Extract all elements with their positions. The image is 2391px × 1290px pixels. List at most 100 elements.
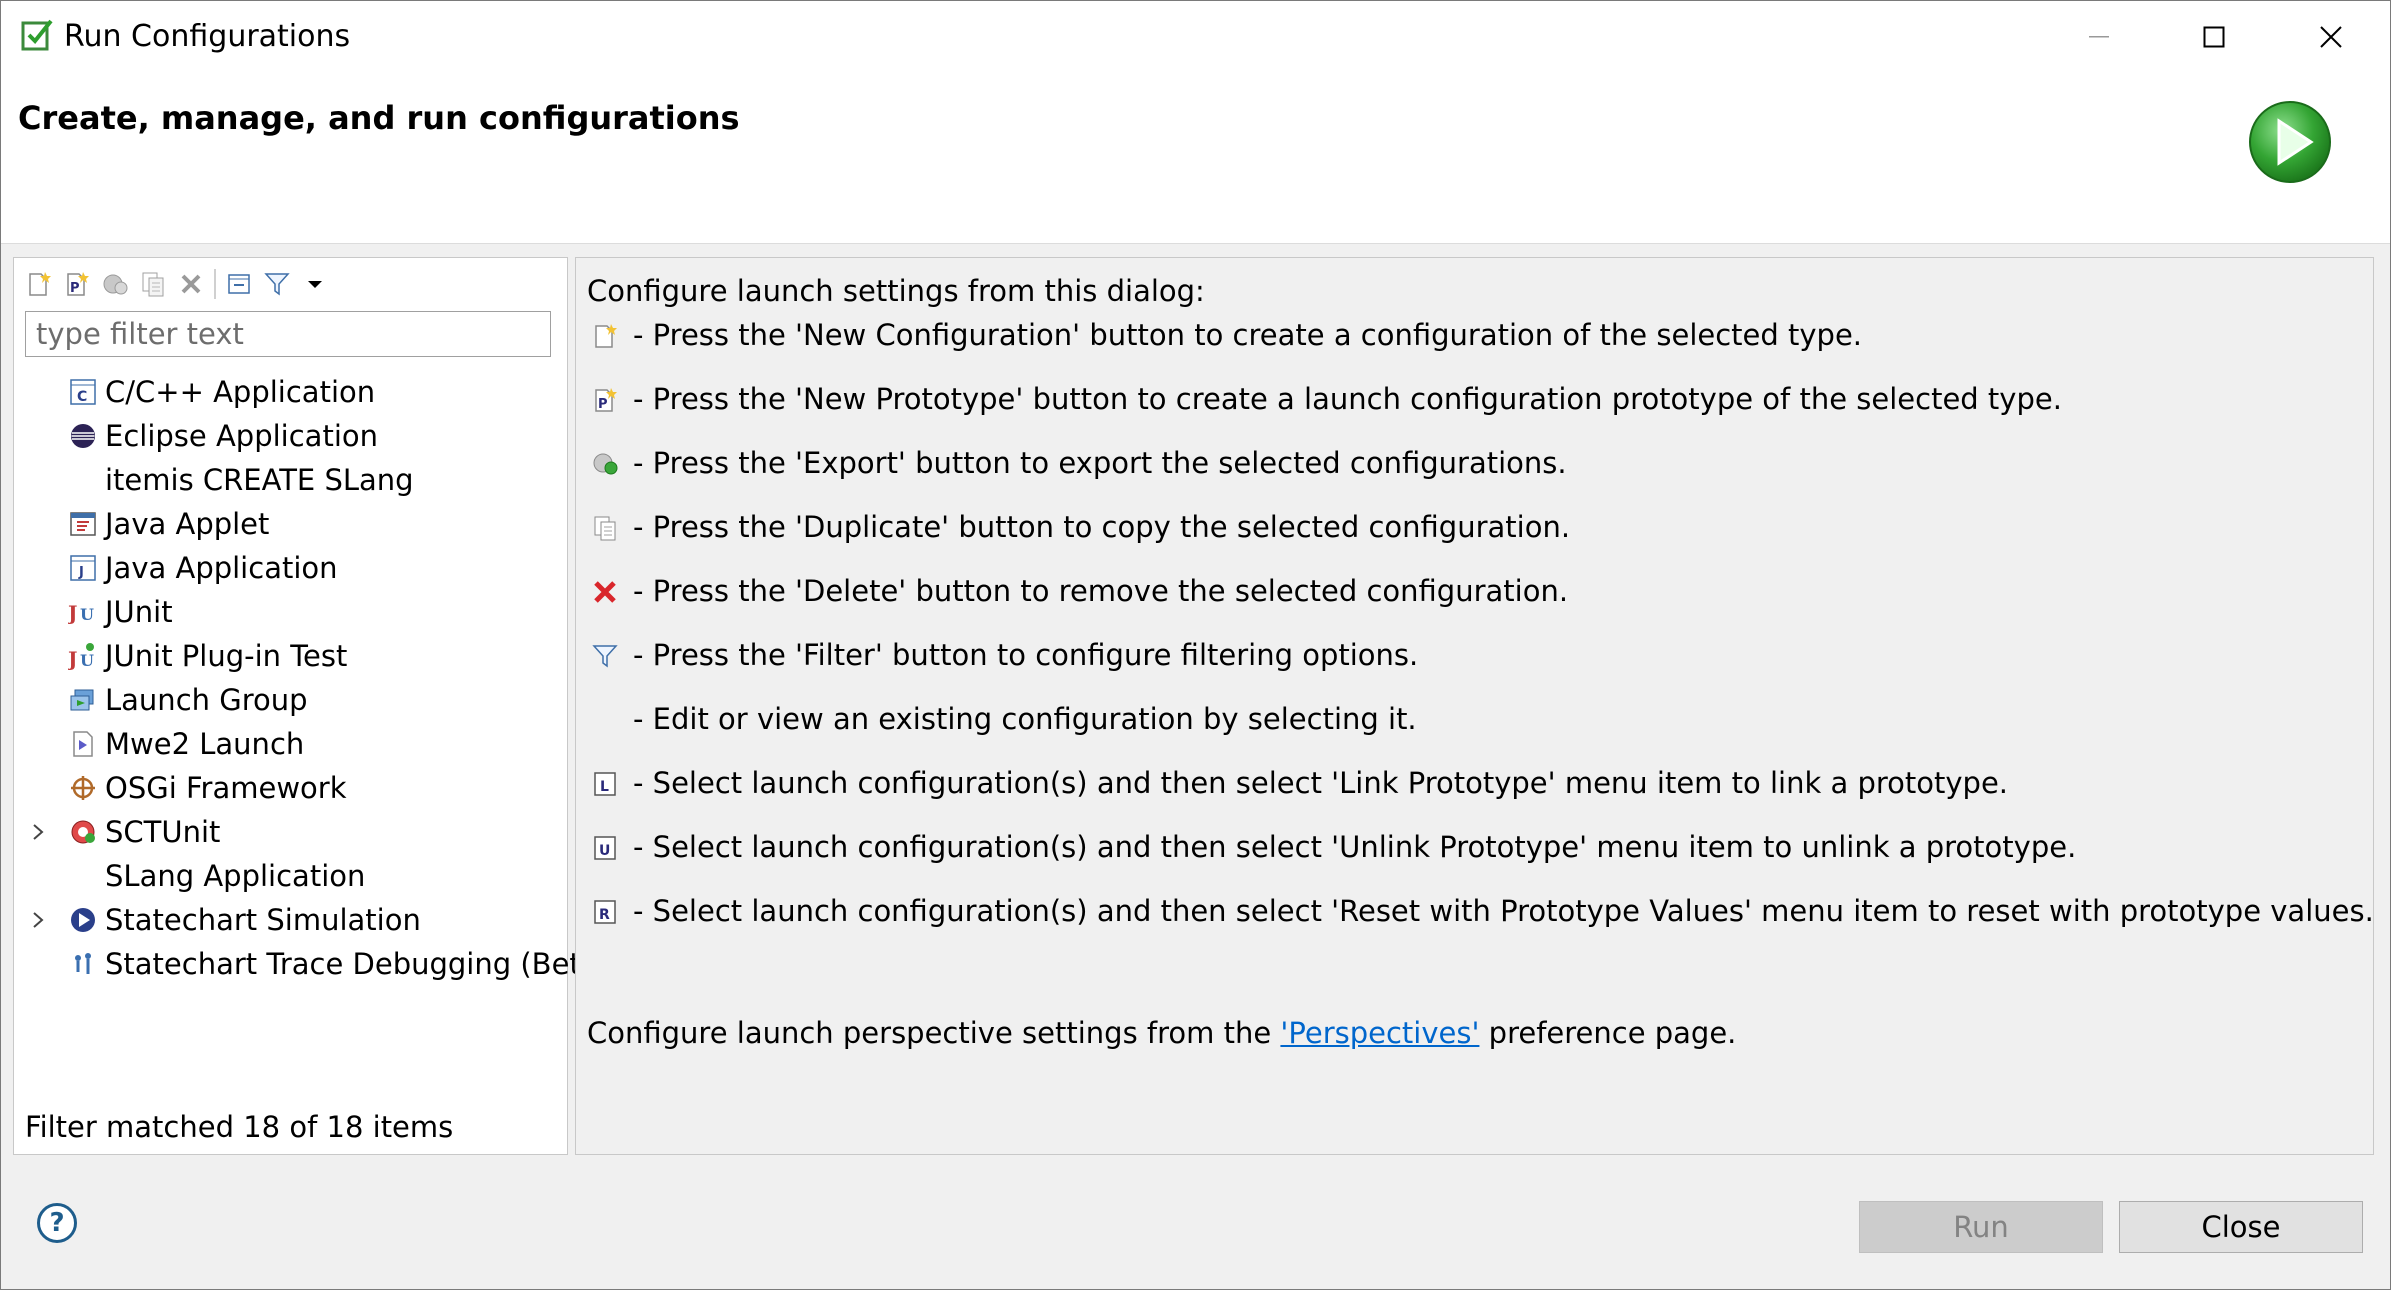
tree-item-junit-plugin-test[interactable]: JU JUnit Plug-in Test [14, 634, 567, 678]
tree-item-label: Statechart Simulation [105, 903, 421, 937]
info-row-export: - Press the 'Export' button to export th… [576, 442, 2366, 486]
svg-text:R: R [599, 907, 610, 923]
collapse-all-icon [228, 274, 250, 294]
tree-item-statechart-simulation[interactable]: Statechart Simulation [14, 898, 567, 942]
perspectives-prefix: Configure launch perspective settings fr… [587, 1016, 1281, 1050]
launch-group-icon [68, 685, 98, 715]
filter-icon [264, 273, 290, 296]
info-row-unlink-prototype: U - Select launch configuration(s) and t… [576, 826, 2366, 870]
statechart-sim-icon [68, 905, 98, 935]
tree-item-label: Statechart Trace Debugging (Beta) [105, 947, 610, 981]
info-row-text: - Select launch configuration(s) and the… [633, 894, 2374, 928]
close-button[interactable]: Close [2119, 1201, 2363, 1253]
eclipse-icon [68, 421, 98, 451]
unlink-prototype-icon: U [590, 833, 620, 863]
svg-text:P: P [598, 397, 608, 412]
info-row-link-prototype: L - Select launch configuration(s) and t… [576, 762, 2366, 806]
help-button[interactable]: ? [37, 1203, 77, 1243]
maximize-button[interactable] [2156, 1, 2271, 73]
tree-item-java-application[interactable]: J Java Application [14, 546, 567, 590]
maximize-icon [2203, 26, 2224, 48]
tree-item-java-applet[interactable]: Java Applet [14, 502, 567, 546]
info-row-duplicate: - Press the 'Duplicate' button to copy t… [576, 506, 2366, 550]
junit-icon: JU [68, 597, 98, 627]
tree-item-label: JUnit [105, 595, 173, 629]
view-menu-button[interactable] [296, 265, 334, 303]
tree-item-label: Java Applet [105, 507, 270, 541]
tree-item-label: Mwe2 Launch [105, 727, 305, 761]
title-bar: Run Configurations [1, 1, 2390, 73]
info-row-text: - Select launch configuration(s) and the… [633, 766, 2009, 800]
info-row-text: - Press the 'New Configuration' button t… [633, 318, 1863, 352]
trace-debug-icon [68, 949, 98, 979]
info-row-text: - Press the 'Delete' button to remove th… [633, 574, 1569, 608]
tree-item-slang-application[interactable]: SLang Application [14, 854, 567, 898]
dialog-header-title: Create, manage, and run configurations [18, 99, 740, 137]
launch-info-panel: Configure launch settings from this dial… [575, 257, 2374, 1155]
tree-item-label: SCTUnit [105, 815, 221, 849]
tree-item-label: itemis CREATE SLang [105, 463, 414, 497]
tree-item-label: OSGi Framework [105, 771, 347, 805]
duplicate-button[interactable] [134, 265, 172, 303]
perspectives-suffix: preference page. [1479, 1016, 1737, 1050]
tree-item-mwe2-launch[interactable]: Mwe2 Launch [14, 722, 567, 766]
sctunit-icon [68, 817, 98, 847]
export-button[interactable] [96, 265, 134, 303]
link-prototype-icon: L [590, 769, 620, 799]
svg-text:J: J [78, 565, 84, 580]
info-row-new-configuration: - Press the 'New Configuration' button t… [576, 314, 2366, 358]
delete-icon [181, 274, 201, 294]
close-window-button[interactable] [2273, 1, 2388, 73]
tree-item-sctunit[interactable]: SCTUnit [14, 810, 567, 854]
collapse-all-button[interactable] [220, 265, 258, 303]
run-button[interactable]: Run [1859, 1201, 2103, 1253]
export-icon [103, 274, 128, 295]
perspectives-link[interactable]: 'Perspectives' [1280, 1016, 1479, 1050]
svg-text:U: U [80, 605, 94, 624]
run-configurations-app-icon [21, 17, 57, 53]
tree-item-c-cpp-application[interactable]: C C/C++ Application [14, 370, 567, 414]
expand-chevron-icon[interactable] [28, 898, 48, 942]
svg-text:U: U [80, 651, 94, 670]
duplicate-icon [142, 272, 164, 297]
delete-icon [590, 577, 620, 607]
new-prototype-icon: P [590, 385, 620, 415]
tree-item-launch-group[interactable]: Launch Group [14, 678, 567, 722]
configuration-tree-panel: P C C/C+ [13, 257, 610, 1155]
info-row-new-prototype: P - Press the 'New Prototype' button to … [576, 378, 2366, 422]
tree-item-label: Launch Group [105, 683, 308, 717]
window-title: Run Configurations [64, 19, 351, 54]
new-prototype-button[interactable]: P [58, 265, 96, 303]
toolbar-separator [214, 269, 216, 299]
new-configuration-button[interactable] [20, 265, 58, 303]
info-row-filter: - Press the 'Filter' button to configure… [576, 634, 2366, 678]
tree-item-osgi-framework[interactable]: OSGi Framework [14, 766, 567, 810]
duplicate-icon [590, 513, 620, 543]
svg-text:L: L [600, 779, 609, 795]
tree-item-junit[interactable]: JU JUnit [14, 590, 567, 634]
svg-text:P: P [70, 281, 80, 296]
tree-item-label: C/C++ Application [105, 375, 376, 409]
info-row-reset-prototype: R - Select launch configuration(s) and t… [576, 890, 2374, 934]
perspectives-note: Configure launch perspective settings fr… [587, 1016, 1736, 1050]
run-banner-icon [2247, 99, 2333, 185]
info-row-text: - Press the 'Filter' button to configure… [633, 638, 1419, 672]
new-configuration-icon [29, 272, 51, 296]
junit-plugin-icon: JU [68, 641, 98, 671]
tree-item-eclipse-application[interactable]: Eclipse Application [14, 414, 567, 458]
c-app-icon: C [68, 377, 98, 407]
filter-input[interactable] [25, 311, 551, 357]
tree-item-itemis-create-slang[interactable]: itemis CREATE SLang [14, 458, 567, 502]
svg-text:J: J [68, 647, 77, 670]
reset-prototype-icon: R [590, 897, 620, 927]
tree-item-statechart-trace-debugging[interactable]: Statechart Trace Debugging (Beta) [14, 942, 610, 986]
delete-button[interactable] [172, 265, 210, 303]
filter-icon [590, 641, 620, 671]
expand-chevron-icon[interactable] [28, 810, 48, 854]
minimize-button[interactable] [2041, 1, 2156, 73]
svg-text:J: J [68, 601, 77, 625]
filter-button[interactable] [258, 265, 296, 303]
run-configurations-dialog: Run Configurations Create, manage, and r… [0, 0, 2391, 1290]
tree-item-label: Java Application [105, 551, 338, 585]
close-icon [2319, 26, 2342, 48]
